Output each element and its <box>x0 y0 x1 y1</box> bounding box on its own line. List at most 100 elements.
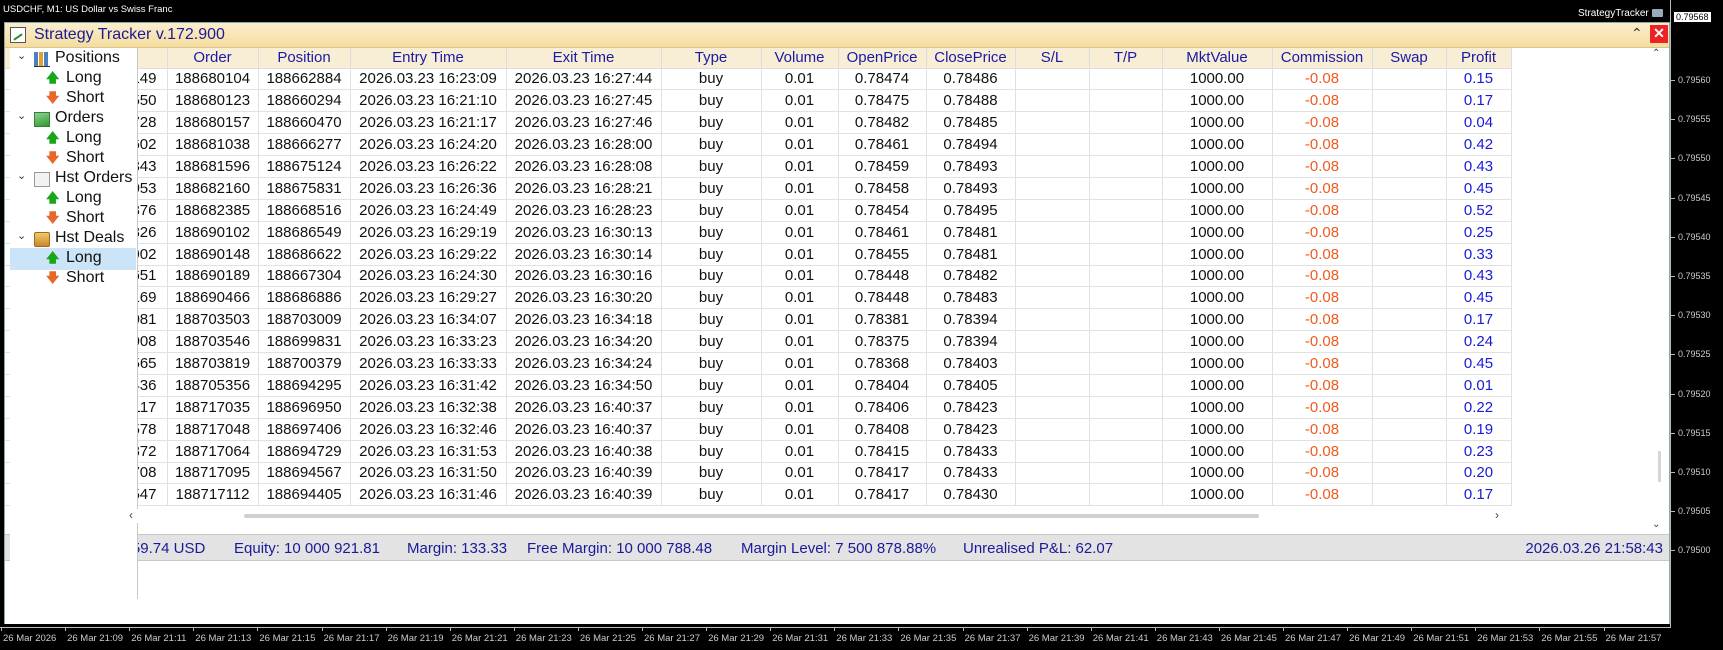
table-row[interactable]: 1887115651887038191887003792026.03.23 16… <box>5 352 1512 375</box>
cell-order: 188703546 <box>167 330 259 354</box>
scroll-down-icon[interactable]: ⌄ <box>1652 519 1660 530</box>
table-row[interactable]: 1887055471887171121886944052026.03.23 16… <box>5 483 1512 507</box>
chevron-down-icon[interactable]: ⌄ <box>17 49 26 62</box>
column-header-openprice[interactable]: OpenPrice <box>838 48 927 69</box>
time-tick-label: 26 Mar 21:49 <box>1347 627 1406 644</box>
tree-group-hst-orders[interactable]: ⌄ Hst Orders <box>10 168 136 190</box>
cell-commission: -0.08 <box>1272 111 1373 135</box>
cell-exit-time: 2026.03.23 16:34:24 <box>506 352 662 375</box>
cell-openprice: 0.78408 <box>838 418 927 441</box>
tree-group-orders[interactable]: ⌄ Orders <box>10 108 136 130</box>
column-header-type[interactable]: Type <box>661 48 762 69</box>
column-header-exit-time[interactable]: Exit Time <box>506 48 662 69</box>
tree-item-hst-deals-short[interactable]: 🡇 Short <box>10 268 136 290</box>
vertical-scroll-thumb[interactable] <box>1658 451 1661 482</box>
cell-openprice: 0.78474 <box>838 68 927 91</box>
time-tick-label: 26 Mar 21:09 <box>65 627 124 644</box>
table-row[interactable]: 1886798761886823851886685162026.03.23 16… <box>5 199 1512 222</box>
scroll-up-icon[interactable]: ⌃ <box>1652 48 1660 59</box>
cell-volume: 0.01 <box>761 243 839 266</box>
column-header-order[interactable]: Order <box>167 48 259 69</box>
hst-orders-icon <box>34 172 50 187</box>
tree-item-positions-short[interactable]: 🡇 Short <box>10 88 136 110</box>
table-row[interactable]: 1886786511886901891886673042026.03.23 16… <box>5 265 1512 288</box>
cell-profit: 0.20 <box>1446 462 1512 485</box>
cell-entry-time: 2026.03.23 16:24:49 <box>350 199 507 222</box>
scroll-left-icon[interactable]: ‹ <box>129 508 133 522</box>
cell-volume: 0.01 <box>761 286 839 310</box>
cell-s-l <box>1015 418 1090 441</box>
collapse-icon[interactable]: ⌃ <box>1631 25 1643 42</box>
price-tick-label: 0.79505 <box>1670 506 1711 517</box>
cell-entry-time: 2026.03.23 16:21:10 <box>350 89 507 113</box>
column-header-entry-time[interactable]: Entry Time <box>350 48 507 69</box>
cell-profit: 0.15 <box>1446 68 1512 91</box>
table-row[interactable]: 1887057081887170951886945672026.03.23 16… <box>5 462 1512 485</box>
scroll-right-icon[interactable]: › <box>1495 508 1499 522</box>
table-row[interactable]: 1886979021886901481886866222026.03.23 16… <box>5 243 1512 266</box>
price-tick-label: 0.79530 <box>1670 310 1711 321</box>
arrow-down-icon: 🡇 <box>46 270 60 285</box>
time-tick-label: 26 Mar 21:15 <box>257 627 316 644</box>
cell-profit: 0.52 <box>1446 199 1512 222</box>
table-row[interactable]: 1887140811887035031887030092026.03.23 16… <box>5 308 1512 332</box>
table-row[interactable]: 1887110081887035461886998312026.03.23 16… <box>5 330 1512 354</box>
column-header-t-p[interactable]: T/P <box>1089 48 1163 69</box>
chevron-down-icon[interactable]: ⌄ <box>17 109 26 122</box>
horizontal-scroll-thumb[interactable] <box>244 514 1259 518</box>
table-row[interactable]: 1886978261886901021886865492026.03.23 16… <box>5 221 1512 244</box>
column-header-mktvalue[interactable]: MktValue <box>1162 48 1273 69</box>
table-row[interactable]: 1887054361887053561886942952026.03.23 16… <box>5 374 1512 397</box>
cell-mktvalue: 1000.00 <box>1162 352 1273 375</box>
column-header-s-l[interactable]: S/L <box>1015 48 1090 69</box>
tree-item-orders-long[interactable]: 🡅 Long <box>10 128 136 150</box>
table-row[interactable]: 1887081171887170351886969502026.03.23 16… <box>5 396 1512 419</box>
vertical-scrollbar[interactable]: ⌃ ⌄ <box>1649 48 1667 532</box>
panel-titlebar[interactable]: Strategy Tracker v.172.900 ⌃ ✕ <box>5 23 1669 48</box>
table-row[interactable]: 1886870531886821601886758312026.03.23 16… <box>5 177 1512 200</box>
table-row[interactable]: 1886717281886801571886604702026.03.23 16… <box>5 111 1512 135</box>
cell-t-p <box>1089 221 1163 244</box>
table-row[interactable]: 1887085781887170481886974062026.03.23 16… <box>5 418 1512 441</box>
tree-group-positions[interactable]: ⌄ Positions <box>10 48 136 70</box>
tree-item-label: Long <box>66 249 102 266</box>
cell-closeprice: 0.78494 <box>926 133 1016 157</box>
close-button[interactable]: ✕ <box>1650 25 1668 43</box>
time-tick-label: 26 Mar 21:41 <box>1090 627 1149 644</box>
tree-item-hst-deals-long[interactable]: 🡅 Long <box>10 248 136 270</box>
cell-position: 188694295 <box>258 374 351 397</box>
cell-commission: -0.08 <box>1272 177 1373 200</box>
cell-s-l <box>1015 352 1090 375</box>
cell-swap <box>1372 418 1447 441</box>
column-header-position[interactable]: Position <box>258 48 351 69</box>
tree-item-orders-short[interactable]: 🡇 Short <box>10 148 136 170</box>
time-tick-label: 26 Mar 21:19 <box>385 627 444 644</box>
table-row[interactable]: 1886863431886815961886751242026.03.23 16… <box>5 155 1512 178</box>
tree-group-hst-deals[interactable]: ⌄ Hst Deals <box>10 228 136 250</box>
cell-swap <box>1372 396 1447 419</box>
tree-item-hst-orders-long[interactable]: 🡅 Long <box>10 188 136 210</box>
cell-closeprice: 0.78423 <box>926 396 1016 419</box>
table-row[interactable]: 1886715501886801231886602942026.03.23 16… <box>5 89 1512 113</box>
tree-item-hst-orders-short[interactable]: 🡇 Short <box>10 208 136 230</box>
cell-openprice: 0.78406 <box>838 396 927 419</box>
table-row[interactable]: 1886776021886810381886662772026.03.23 16… <box>5 133 1512 157</box>
column-header-volume[interactable]: Volume <box>761 48 839 69</box>
chevron-down-icon[interactable]: ⌄ <box>17 229 26 242</box>
tree-item-positions-long[interactable]: 🡅 Long <box>10 68 136 90</box>
table-row[interactable]: 1886741491886801041886628842026.03.23 16… <box>5 68 1512 91</box>
tree-group-label: Hst Orders <box>55 169 133 186</box>
cell-s-l <box>1015 286 1090 310</box>
table-row[interactable]: 1887058721887170641886947292026.03.23 16… <box>5 440 1512 463</box>
horizontal-scrollbar[interactable]: ‹ › <box>125 508 1650 523</box>
table-row[interactable]: 1886981691886904661886868862026.03.23 16… <box>5 286 1512 310</box>
column-header-closeprice[interactable]: ClosePrice <box>926 48 1016 69</box>
cell-commission: -0.08 <box>1272 89 1373 113</box>
column-header-profit[interactable]: Profit <box>1446 48 1512 69</box>
cell-exit-time: 2026.03.23 16:28:08 <box>506 155 662 178</box>
cell-commission: -0.08 <box>1272 265 1373 288</box>
column-header-swap[interactable]: Swap <box>1372 48 1447 69</box>
chevron-down-icon[interactable]: ⌄ <box>17 169 26 182</box>
cell-closeprice: 0.78481 <box>926 243 1016 266</box>
column-header-commission[interactable]: Commission <box>1272 48 1373 69</box>
